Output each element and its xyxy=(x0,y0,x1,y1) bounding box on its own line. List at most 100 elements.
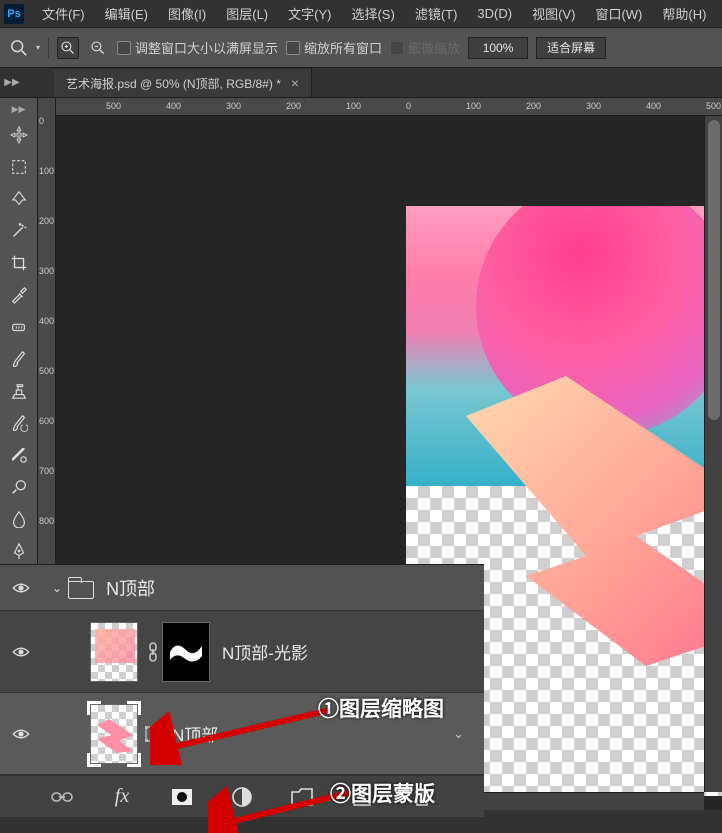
ruler-v-tick: 600 xyxy=(39,416,54,426)
menu-3d[interactable]: 3D(D) xyxy=(467,6,522,21)
menu-view[interactable]: 视图(V) xyxy=(522,4,585,23)
resize-window-option[interactable]: 调整窗口大小以满屏显示 xyxy=(117,38,278,57)
layer-visibility-toggle[interactable] xyxy=(0,646,42,658)
layer-group-row[interactable]: ⌄ N顶部 xyxy=(0,565,484,611)
resize-window-checkbox[interactable] xyxy=(117,41,131,55)
adjustment-layer-button[interactable] xyxy=(230,785,254,809)
ruler-h-tick: 500 xyxy=(106,101,121,111)
crop-tool[interactable] xyxy=(6,250,32,276)
tool-preset-chevron-icon[interactable]: ▾ xyxy=(36,43,40,52)
layers-bottom-actions: fx xyxy=(0,775,484,817)
menu-layer[interactable]: 图层(L) xyxy=(216,4,278,23)
tab-bar-expand-icon[interactable]: ▶▶ xyxy=(0,68,24,97)
menu-type[interactable]: 文字(Y) xyxy=(278,4,341,23)
zoom-all-option[interactable]: 缩放所有窗口 xyxy=(286,38,382,57)
scrubby-zoom-label: 细微缩放 xyxy=(408,38,460,57)
link-layers-button[interactable] xyxy=(50,785,74,809)
scrubby-zoom-option: 细微缩放 xyxy=(390,38,460,57)
zoom-in-button[interactable] xyxy=(57,37,79,59)
options-bar: ▾ 调整窗口大小以满屏显示 缩放所有窗口 细微缩放 100% 适合屏幕 xyxy=(0,28,722,68)
dodge-tool[interactable] xyxy=(6,474,32,500)
layer-group-name[interactable]: N顶部 xyxy=(106,575,155,601)
vector-mask-icon[interactable] xyxy=(144,725,162,743)
ruler-h-tick: 400 xyxy=(166,101,181,111)
menu-help[interactable]: 帮助(H) xyxy=(652,4,716,23)
new-group-button[interactable] xyxy=(290,785,314,809)
layer-thumbnail[interactable] xyxy=(90,622,138,682)
ruler-h-tick: 400 xyxy=(646,101,661,111)
app-logo: Ps xyxy=(4,4,24,24)
layer-badge-chevron-icon[interactable]: ⌄ xyxy=(453,726,464,742)
document-tab[interactable]: 艺术海报.psd @ 50% (N顶部, RGB/8#) * × xyxy=(54,68,312,97)
new-layer-button[interactable] xyxy=(350,785,374,809)
menu-select[interactable]: 选择(S) xyxy=(341,4,404,23)
fit-screen-button[interactable]: 适合屏幕 xyxy=(536,37,606,59)
tool-strip-expand-icon[interactable]: ▶▶ xyxy=(12,104,26,116)
ruler-h-tick: 500 xyxy=(706,101,721,111)
eyedropper-tool[interactable] xyxy=(6,282,32,308)
clone-stamp-tool[interactable] xyxy=(6,378,32,404)
menu-file[interactable]: 文件(F) xyxy=(32,4,95,23)
layer-visibility-toggle[interactable] xyxy=(0,728,42,740)
vertical-scrollbar[interactable] xyxy=(704,116,722,792)
zoom-tool-icon[interactable] xyxy=(10,39,28,57)
resize-window-label: 调整窗口大小以满屏显示 xyxy=(135,38,278,57)
document-tab-title: 艺术海报.psd @ 50% (N顶部, RGB/8#) * xyxy=(66,75,281,92)
marquee-tool[interactable] xyxy=(6,154,32,180)
layer-name[interactable]: N顶部 xyxy=(172,721,218,746)
menu-image[interactable]: 图像(I) xyxy=(158,4,216,23)
ruler-v-tick: 700 xyxy=(39,466,54,476)
scrollbar-thumb[interactable] xyxy=(708,120,720,420)
ruler-v-tick: 400 xyxy=(39,316,54,326)
add-mask-button[interactable] xyxy=(170,785,194,809)
brush-tool[interactable] xyxy=(6,346,32,372)
magic-wand-tool[interactable] xyxy=(6,218,32,244)
menu-bar: Ps 文件(F) 编辑(E) 图像(I) 图层(L) 文字(Y) 选择(S) 滤… xyxy=(0,0,722,28)
move-tool[interactable] xyxy=(6,122,32,148)
separator xyxy=(48,38,49,58)
ruler-h-tick: 300 xyxy=(226,101,241,111)
ruler-h-tick: 100 xyxy=(466,101,481,111)
ruler-v-tick: 800 xyxy=(39,516,54,526)
artwork-n-shape xyxy=(446,366,722,716)
layer-style-button[interactable]: fx xyxy=(110,785,134,809)
blur-tool[interactable] xyxy=(6,506,32,532)
ruler-h-tick: 300 xyxy=(586,101,601,111)
delete-layer-button[interactable] xyxy=(410,785,434,809)
ruler-horizontal: 500 400 300 200 100 0 100 200 300 400 50… xyxy=(56,98,722,116)
layer-thumbnail[interactable] xyxy=(90,704,138,764)
ruler-v-tick: 100 xyxy=(39,166,54,176)
group-disclosure-icon[interactable]: ⌄ xyxy=(52,581,62,595)
layer-visibility-toggle[interactable] xyxy=(0,582,42,594)
menu-filter[interactable]: 滤镜(T) xyxy=(405,4,468,23)
ruler-v-tick: 200 xyxy=(39,216,54,226)
zoom-percentage[interactable]: 100% xyxy=(468,37,528,59)
ruler-h-tick: 100 xyxy=(346,101,361,111)
tab-close-icon[interactable]: × xyxy=(291,75,299,91)
zoom-out-button[interactable] xyxy=(87,37,109,59)
ruler-h-tick: 0 xyxy=(406,101,411,111)
ruler-v-tick: 0 xyxy=(39,116,44,126)
ruler-v-tick: 300 xyxy=(39,266,54,276)
healing-brush-tool[interactable] xyxy=(6,314,32,340)
tab-bar: ▶▶ 艺术海报.psd @ 50% (N顶部, RGB/8#) * × xyxy=(0,68,722,98)
layers-panel: ⌄ N顶部 N顶部-光影 N顶部 xyxy=(0,564,484,817)
menu-window[interactable]: 窗口(W) xyxy=(585,4,652,23)
layer-mask-thumbnail[interactable] xyxy=(162,622,210,682)
lasso-tool[interactable] xyxy=(6,186,32,212)
layer-name[interactable]: N顶部-光影 xyxy=(222,639,308,664)
ruler-h-tick: 200 xyxy=(526,101,541,111)
history-brush-tool[interactable] xyxy=(6,410,32,436)
pen-tool[interactable] xyxy=(6,538,32,564)
scrubby-zoom-checkbox xyxy=(390,41,404,55)
layer-row[interactable]: N顶部-光影 xyxy=(0,611,484,693)
zoom-all-checkbox[interactable] xyxy=(286,41,300,55)
gradient-tool[interactable] xyxy=(6,442,32,468)
zoom-all-label: 缩放所有窗口 xyxy=(304,38,382,57)
ruler-v-tick: 500 xyxy=(39,366,54,376)
layer-row-selected[interactable]: N顶部 ⌄ xyxy=(0,693,484,775)
menu-edit[interactable]: 编辑(E) xyxy=(95,4,158,23)
ruler-h-tick: 200 xyxy=(286,101,301,111)
folder-icon xyxy=(68,577,94,599)
layer-mask-link-icon[interactable] xyxy=(144,642,162,662)
